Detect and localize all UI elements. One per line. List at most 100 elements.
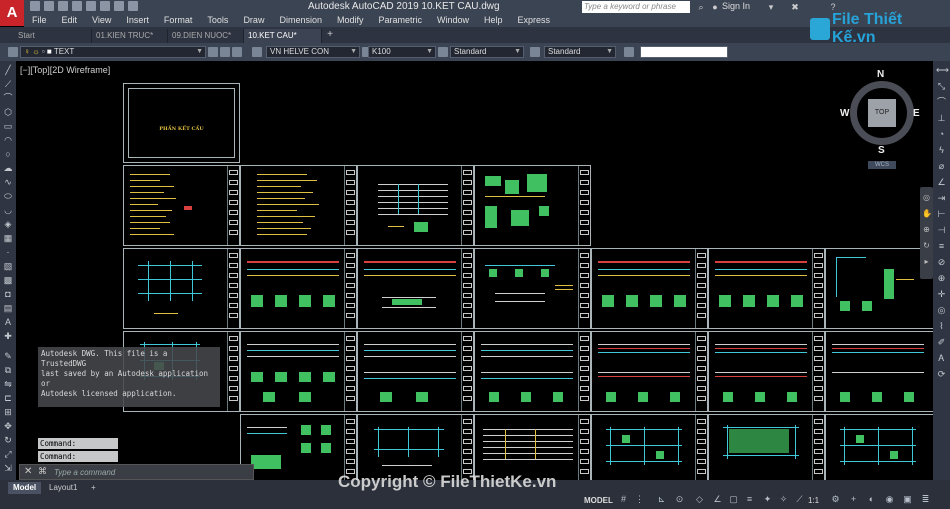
- menu-dimension[interactable]: Dimension: [279, 14, 322, 27]
- layer-properties-icon[interactable]: [8, 47, 18, 57]
- lineweight-icon[interactable]: ≡: [744, 494, 755, 505]
- drawing-canvas[interactable]: [−][Top][2D Wireframe] PHẦN KẾT CẤU N S …: [16, 61, 933, 480]
- construction-line-icon[interactable]: ⟋: [3, 79, 13, 89]
- snap-icon[interactable]: ⋮: [634, 494, 645, 505]
- orbit-icon[interactable]: ↻: [922, 241, 931, 250]
- aligned-dim-icon[interactable]: ⤡: [936, 81, 947, 92]
- open-icon[interactable]: [44, 1, 54, 11]
- compass-south[interactable]: S: [878, 145, 885, 156]
- sign-in-link[interactable]: Sign In: [722, 1, 750, 11]
- baseline-icon[interactable]: ⊢: [936, 209, 947, 220]
- viewcube-top-face[interactable]: TOP: [868, 99, 896, 127]
- clean-screen-icon[interactable]: ▣: [902, 494, 913, 505]
- tab-start[interactable]: Start: [14, 29, 92, 43]
- arc-icon[interactable]: ◠: [3, 135, 13, 145]
- isolate-icon[interactable]: ◐: [866, 494, 877, 505]
- plus-icon[interactable]: +: [848, 494, 859, 505]
- menu-file[interactable]: File: [32, 14, 47, 27]
- pan-icon[interactable]: ✋: [922, 209, 932, 218]
- search-icon[interactable]: ⌕: [696, 2, 706, 12]
- annotation-scale[interactable]: 1:1: [808, 496, 819, 505]
- application-menu-button[interactable]: A: [0, 0, 24, 26]
- annotation-visibility-icon[interactable]: ✦: [762, 494, 773, 505]
- viewport-controls[interactable]: [−][Top][2D Wireframe]: [20, 65, 110, 75]
- new-icon[interactable]: [30, 1, 40, 11]
- undo-icon[interactable]: [100, 1, 110, 11]
- compass-north[interactable]: N: [877, 69, 884, 80]
- angular-icon[interactable]: ∠: [936, 177, 947, 188]
- rotate-icon[interactable]: ↻: [3, 435, 13, 445]
- menu-parametric[interactable]: Parametric: [379, 14, 423, 27]
- radius-icon[interactable]: ◔: [936, 129, 947, 140]
- user-icon[interactable]: ●: [710, 2, 720, 12]
- close-icon[interactable]: ✕: [24, 466, 32, 477]
- tab-model[interactable]: Model: [8, 482, 42, 494]
- workspace-gear-icon[interactable]: ⚙: [830, 494, 841, 505]
- mleader-style-dropdown[interactable]: Standard ▼: [544, 46, 616, 58]
- command-line[interactable]: ✕ ⌘ Type a command: [19, 464, 254, 480]
- grid-icon[interactable]: #: [618, 494, 629, 505]
- dropdown-icon[interactable]: ▾: [766, 2, 776, 12]
- table-style-dropdown[interactable]: Standard ▼: [450, 46, 524, 58]
- object-snap-tracking-icon[interactable]: ∠: [712, 494, 723, 505]
- hatch-icon[interactable]: ▧: [3, 261, 13, 271]
- jogged-linear-icon[interactable]: ⌇: [936, 321, 947, 332]
- inspect-icon[interactable]: ◎: [936, 305, 947, 316]
- insert-block-icon[interactable]: ◈: [3, 219, 13, 229]
- menu-express[interactable]: Express: [518, 14, 551, 27]
- object-snap-icon[interactable]: ▢: [728, 494, 739, 505]
- tab-layout1[interactable]: Layout1: [44, 482, 82, 494]
- menu-modify[interactable]: Modify: [337, 14, 364, 27]
- continue-icon[interactable]: ⊣: [936, 225, 947, 236]
- wcs-menu[interactable]: WCS: [868, 161, 896, 169]
- new-tab-icon[interactable]: +: [324, 29, 336, 41]
- text-style-dropdown[interactable]: VN HELVE CON ▼: [266, 46, 360, 58]
- menu-tools[interactable]: Tools: [207, 14, 228, 27]
- space-icon[interactable]: ≡: [936, 241, 947, 252]
- text-style-icon[interactable]: [252, 47, 262, 57]
- layer-previous-icon[interactable]: [232, 47, 242, 57]
- save-icon[interactable]: [58, 1, 68, 11]
- dim-edit-icon[interactable]: ✐: [936, 337, 947, 348]
- dim-update-icon[interactable]: ⟳: [936, 369, 947, 380]
- mleader-style-icon[interactable]: [530, 47, 540, 57]
- polar-icon[interactable]: ⊙: [674, 494, 685, 505]
- ellipse-icon[interactable]: ⬭: [3, 191, 13, 201]
- offset-icon[interactable]: ⊏: [3, 393, 13, 403]
- rectangle-icon[interactable]: ▭: [3, 121, 13, 131]
- erase-icon[interactable]: ✎: [3, 351, 13, 361]
- linear-dim-icon[interactable]: ⟷: [936, 65, 949, 76]
- center-mark-icon[interactable]: ✛: [936, 289, 947, 300]
- menu-help[interactable]: Help: [484, 14, 503, 27]
- scale-icon[interactable]: ⤢: [3, 449, 13, 459]
- model-space-toggle[interactable]: MODEL: [584, 496, 613, 505]
- menu-format[interactable]: Format: [164, 14, 193, 27]
- arc-length-icon[interactable]: ⌒: [936, 97, 947, 108]
- command-input[interactable]: Type a command: [54, 468, 115, 477]
- match-layer-icon[interactable]: [220, 47, 230, 57]
- menu-edit[interactable]: Edit: [62, 14, 78, 27]
- polyline-icon[interactable]: ⌒: [3, 93, 13, 103]
- zoom-extents-icon[interactable]: ⊕: [922, 225, 931, 234]
- stretch-icon[interactable]: ⇲: [3, 463, 13, 473]
- table-icon[interactable]: ▤: [3, 303, 13, 313]
- share-icon[interactable]: [128, 1, 138, 11]
- ellipse-arc-icon[interactable]: ◡: [3, 205, 13, 215]
- jogged-icon[interactable]: ϟ: [936, 145, 947, 156]
- tab-kien-truc[interactable]: 01.KIEN TRUC*: [92, 29, 168, 43]
- extra-input[interactable]: [640, 46, 728, 58]
- viewcube[interactable]: N S E W TOP WCS: [840, 69, 920, 169]
- autoscale-icon[interactable]: ✧: [778, 494, 789, 505]
- break-icon[interactable]: ⊘: [936, 257, 947, 268]
- table-style-icon[interactable]: [438, 47, 448, 57]
- cart-icon[interactable]: ✖: [790, 2, 800, 12]
- diameter-icon[interactable]: ⌀: [936, 161, 947, 172]
- customize-icon[interactable]: ⌘: [38, 466, 47, 477]
- polygon-icon[interactable]: ⬡: [3, 107, 13, 117]
- array-icon[interactable]: ⊞: [3, 407, 13, 417]
- add-layout-icon[interactable]: +: [86, 482, 101, 494]
- spline-icon[interactable]: ∿: [3, 177, 13, 187]
- isodraft-icon[interactable]: ◇: [694, 494, 705, 505]
- mirror-icon[interactable]: ⇋: [3, 379, 13, 389]
- redo-icon[interactable]: [114, 1, 124, 11]
